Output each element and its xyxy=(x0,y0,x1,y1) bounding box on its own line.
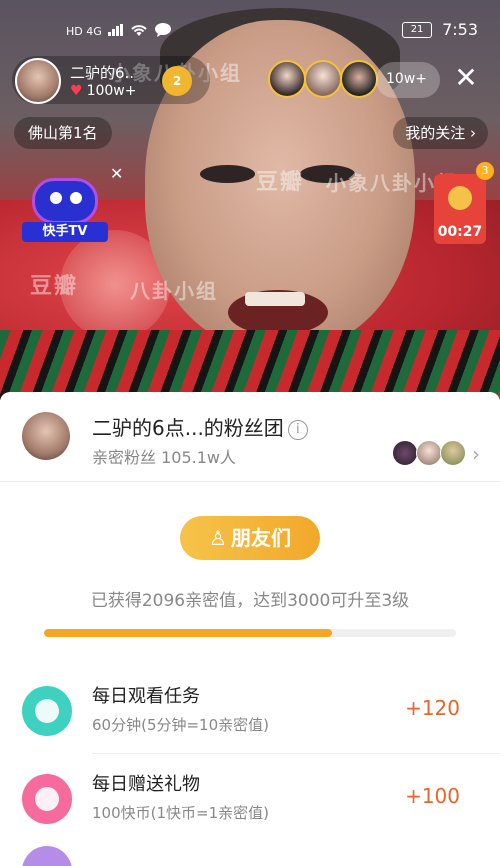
fan-club-title: 二驴的6点...的粉丝团 i xyxy=(92,412,308,441)
gift-icon xyxy=(22,774,72,824)
message-icon xyxy=(154,22,172,41)
watermark: 八卦小组 xyxy=(130,279,218,303)
status-bar: HD 4G 21 7:53 xyxy=(0,0,500,60)
red-packet-count: 3 xyxy=(476,162,494,180)
fan-club-header[interactable]: 二驴的6点...的粉丝团 i 亲密粉丝 105.1w人 › xyxy=(0,392,500,482)
close-icon[interactable]: ✕ xyxy=(452,64,480,92)
host-level-badge[interactable]: 2 xyxy=(162,66,192,96)
task-subtitle: 100快币(1快币=1亲密值) xyxy=(92,804,269,822)
heart-icon: ♥ xyxy=(70,83,83,99)
friends-button-label: 朋友们 xyxy=(230,526,291,550)
task-reward: +100 xyxy=(405,784,460,808)
viewer-avatar[interactable] xyxy=(268,60,306,98)
member-avatar xyxy=(416,440,442,466)
viewer-count[interactable]: 10w+ xyxy=(386,71,427,87)
tv-mascot-icon xyxy=(32,178,98,224)
red-packet[interactable]: 00:27 xyxy=(434,174,486,244)
ktv-label: 快手TV xyxy=(22,222,108,242)
tv-mascot-eye xyxy=(50,192,62,204)
task-row[interactable]: 每日赠送礼物 100快币(1快币=1亲密值) +100 xyxy=(0,756,500,842)
signal-icon xyxy=(107,24,124,39)
host-likes-count: 100w+ xyxy=(86,83,137,99)
host-name[interactable]: 二驴的6.. xyxy=(70,62,134,83)
kuaishou-tv-logo[interactable]: 快手TV xyxy=(22,170,108,242)
battery-icon: 21 xyxy=(402,21,433,38)
task-title: 每日观看任务 xyxy=(92,686,200,707)
network-label: HD 4G xyxy=(66,25,102,38)
member-avatar xyxy=(392,440,418,466)
host-likes: ♥ 100w+ xyxy=(70,83,136,99)
info-icon[interactable]: i xyxy=(287,420,308,440)
chevron-right-icon[interactable]: › xyxy=(472,442,480,466)
chevron-right-icon: › xyxy=(470,124,476,142)
rank-pill[interactable]: 佛山第1名 xyxy=(14,117,112,149)
friends-button[interactable]: ♙ 朋友们 xyxy=(180,516,320,560)
streamer-eye xyxy=(200,165,255,183)
task-icon-partial xyxy=(22,846,72,866)
red-packet-timer: 00:27 xyxy=(437,224,483,240)
wifi-icon xyxy=(130,23,148,40)
task-row[interactable]: 每日观看任务 60分钟(5分钟=10亲密值) +120 xyxy=(0,668,500,754)
viewer-avatar[interactable] xyxy=(340,60,378,98)
clock-time: 7:53 xyxy=(442,20,478,39)
close-icon[interactable]: ✕ xyxy=(110,164,123,183)
intimacy-progress-fill xyxy=(44,629,332,637)
streamer-teeth xyxy=(245,292,305,306)
friends-icon: ♙ xyxy=(209,526,227,550)
member-avatar xyxy=(440,440,466,466)
clock-icon xyxy=(22,686,72,736)
divider xyxy=(92,753,500,754)
streamer-scarf xyxy=(0,330,500,400)
tv-mascot-eye xyxy=(70,192,82,204)
viewer-avatar[interactable] xyxy=(304,60,342,98)
watermark: 豆瓣 xyxy=(256,170,305,195)
fan-count: 亲密粉丝 105.1w人 xyxy=(92,448,236,467)
task-title: 每日赠送礼物 xyxy=(92,774,200,795)
status-left: HD 4G xyxy=(66,22,172,41)
watermark: 豆瓣 xyxy=(30,274,79,299)
intimacy-progress-bar xyxy=(44,629,456,637)
my-follow-label: 我的关注 xyxy=(405,124,466,142)
intimacy-progress-text: 已获得2096亲密值，达到3000可升至3级 xyxy=(90,591,410,611)
fan-club-title-text: 二驴的6点...的粉丝团 xyxy=(92,416,284,440)
fan-club-sheet: 二驴的6点...的粉丝团 i 亲密粉丝 105.1w人 › ♙ 朋友们 已获得209… xyxy=(0,392,500,866)
task-subtitle: 60分钟(5分钟=10亲密值) xyxy=(92,716,269,734)
task-reward: +120 xyxy=(405,696,460,720)
status-right: 21 7:53 xyxy=(402,20,478,39)
my-follow-pill[interactable]: 我的关注 › xyxy=(393,117,488,149)
fan-club-avatar xyxy=(22,412,70,460)
host-avatar[interactable] xyxy=(15,58,61,104)
red-packet-seal-icon xyxy=(448,186,472,210)
